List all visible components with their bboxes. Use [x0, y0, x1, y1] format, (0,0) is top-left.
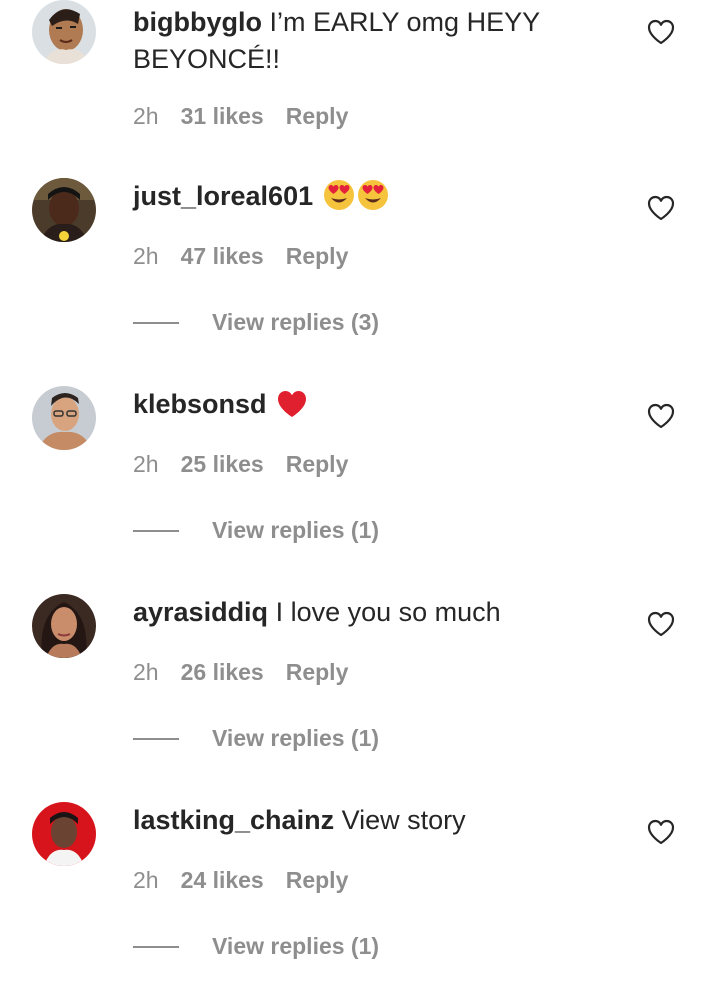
heart-eyes-emoji — [323, 179, 355, 211]
like-button[interactable] — [646, 818, 676, 846]
comment-username[interactable]: lastking_chainz — [133, 805, 334, 835]
avatar-image-ayrasiddiq — [32, 594, 96, 658]
comment-meta: 2h 26 likes Reply — [133, 658, 348, 686]
red-heart-emoji — [276, 389, 308, 419]
comment-body: klebsonsd — [133, 386, 603, 423]
avatar-image-bigbbyglo — [32, 0, 96, 64]
avatar[interactable] — [32, 386, 96, 450]
view-replies-line — [133, 322, 179, 324]
comment-time: 2h — [133, 867, 159, 893]
avatar[interactable] — [32, 0, 96, 64]
comment-likes[interactable]: 31 likes — [181, 103, 264, 129]
view-replies-label: View replies (3) — [212, 309, 380, 335]
like-button[interactable] — [646, 610, 676, 638]
avatar-image-klebsonsd — [32, 386, 96, 450]
comment-likes[interactable]: 24 likes — [181, 867, 264, 893]
comment-body: just_loreal601 — [133, 178, 603, 215]
reply-button[interactable]: Reply — [286, 659, 349, 685]
comment-time: 2h — [133, 243, 159, 269]
comment-likes[interactable]: 47 likes — [181, 243, 264, 269]
avatar[interactable] — [32, 594, 96, 658]
comment-meta: 2h 31 likes Reply — [133, 102, 348, 130]
like-button[interactable] — [646, 194, 676, 222]
view-replies-line — [133, 946, 179, 948]
view-replies-label: View replies (1) — [212, 933, 380, 959]
comment-time: 2h — [133, 659, 159, 685]
heart-outline-icon — [647, 819, 675, 845]
comment-body: bigbbyglo I’m EARLY omg HEYY BEYONCÉ!! — [133, 4, 603, 78]
comment-likes[interactable]: 25 likes — [181, 451, 264, 477]
heart-outline-icon — [647, 403, 675, 429]
avatar-image-lastking-chainz — [32, 802, 96, 866]
comment-meta: 2h 47 likes Reply — [133, 242, 348, 270]
comment-username[interactable]: klebsonsd — [133, 389, 267, 419]
view-replies-label: View replies (1) — [212, 725, 380, 751]
like-button[interactable] — [646, 402, 676, 430]
comment-username[interactable]: bigbbyglo — [133, 7, 262, 37]
comment-meta: 2h 25 likes Reply — [133, 450, 348, 478]
view-replies-line — [133, 530, 179, 532]
avatar[interactable] — [32, 178, 96, 242]
heart-outline-icon — [647, 611, 675, 637]
reply-button[interactable]: Reply — [286, 103, 349, 129]
comment-body: ayrasiddiq I love you so much — [133, 594, 603, 631]
heart-outline-icon — [647, 195, 675, 221]
reply-button[interactable]: Reply — [286, 867, 349, 893]
comment-body: lastking_chainz View story — [133, 802, 603, 839]
comment-time: 2h — [133, 451, 159, 477]
heart-eyes-emoji — [357, 179, 389, 211]
comment-username[interactable]: just_loreal601 — [133, 181, 313, 211]
comment-text[interactable]: View story — [342, 805, 466, 835]
reply-button[interactable]: Reply — [286, 451, 349, 477]
comment-time: 2h — [133, 103, 159, 129]
comment-username[interactable]: ayrasiddiq — [133, 597, 268, 627]
like-button[interactable] — [646, 18, 676, 46]
reply-button[interactable]: Reply — [286, 243, 349, 269]
heart-outline-icon — [647, 19, 675, 45]
comment-text: I love you so much — [275, 597, 501, 627]
avatar-image-just-loreal601 — [32, 178, 96, 242]
comment-meta: 2h 24 likes Reply — [133, 866, 348, 894]
view-replies-line — [133, 738, 179, 740]
view-replies-label: View replies (1) — [212, 517, 380, 543]
avatar[interactable] — [32, 802, 96, 866]
comment-likes[interactable]: 26 likes — [181, 659, 264, 685]
